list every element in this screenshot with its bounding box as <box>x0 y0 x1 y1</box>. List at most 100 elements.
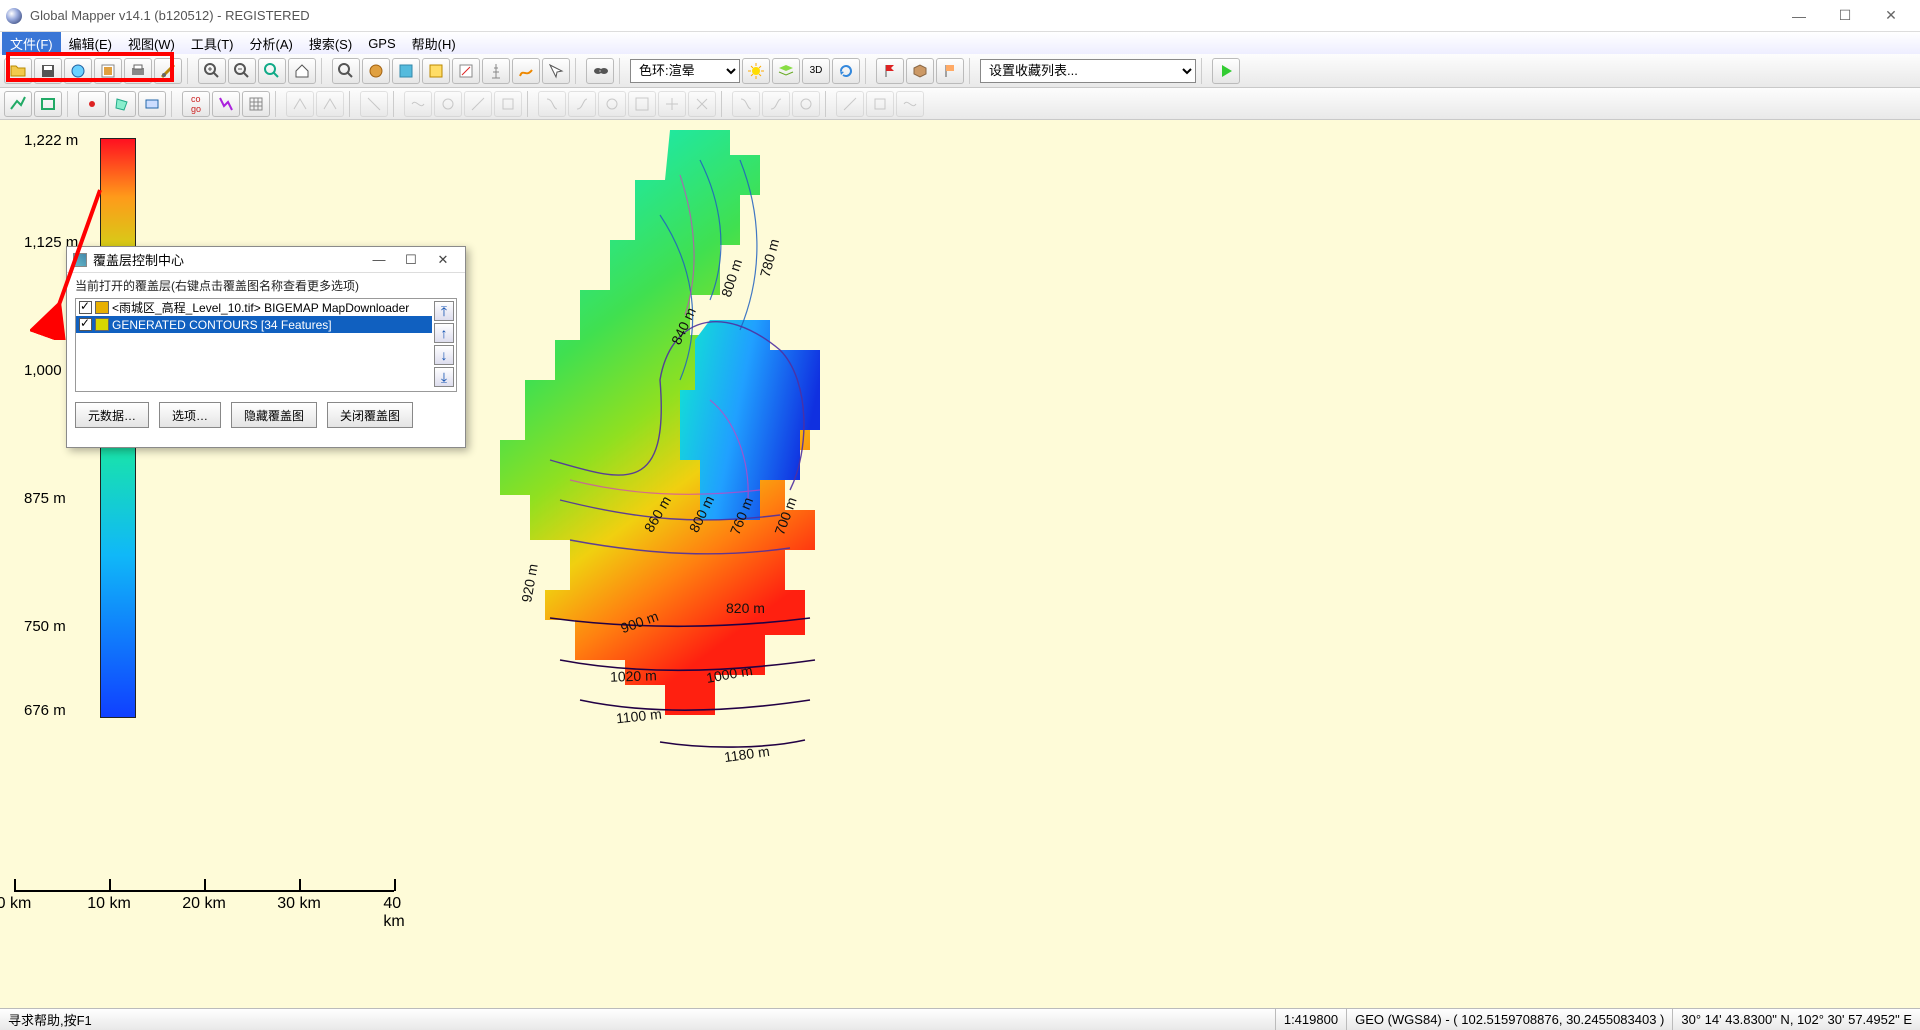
elev-tick: 750 m <box>24 618 66 635</box>
color-ring-combo[interactable]: 色环:渲晕 <box>630 59 740 83</box>
zoom-in-button[interactable] <box>198 58 226 84</box>
layer-order-arrows: ⤒ ↑ ↓ ⤓ <box>432 299 456 391</box>
cogo-button[interactable]: cogo <box>182 91 210 117</box>
path-profile-button[interactable] <box>512 58 540 84</box>
toolbar-row-1: 色环:渲晕 3D 设置收藏列表... <box>0 54 1920 88</box>
rotate-button[interactable] <box>832 58 860 84</box>
digitize-line-button[interactable] <box>4 91 32 117</box>
layer-ctrl-button[interactable] <box>772 58 800 84</box>
ghost-1 <box>286 91 314 117</box>
scale-tick: 20 km <box>182 895 226 913</box>
grid-3d-button[interactable]: 3D <box>802 58 830 84</box>
elev-tick: 676 m <box>24 702 66 719</box>
draw-poly-button[interactable] <box>108 91 136 117</box>
ghost-16 <box>792 91 820 117</box>
zoom-full-button[interactable] <box>258 58 286 84</box>
move-bottom-button[interactable]: ⤓ <box>434 367 454 387</box>
dialog-close-button[interactable]: ✕ <box>427 252 459 268</box>
window-maximize-button[interactable]: ☐ <box>1822 0 1868 32</box>
statusbar: 寻求帮助,按F1 1:419800 GEO (WGS84) - ( 102.51… <box>0 1008 1920 1030</box>
layer-row-0[interactable]: <雨城区_高程_Level_10.tif> BIGEMAP MapDownloa… <box>76 299 432 316</box>
ghost-13 <box>688 91 716 117</box>
ghost-9 <box>568 91 596 117</box>
scale-tick: 0 km <box>0 895 31 913</box>
window-titlebar: Global Mapper v14.1 (b120512) - REGISTER… <box>0 0 1920 32</box>
flag-end-button[interactable] <box>936 58 964 84</box>
contour-label: 820 m <box>726 600 765 616</box>
layer-checkbox[interactable] <box>79 318 92 331</box>
feature-info-button[interactable] <box>452 58 480 84</box>
ghost-11 <box>628 91 656 117</box>
favorites-combo[interactable]: 设置收藏列表... <box>980 59 1196 83</box>
move-top-button[interactable]: ⤒ <box>434 301 454 321</box>
dialog-title-text: 覆盖层控制中心 <box>93 250 184 269</box>
close-overlay-button[interactable]: 关闭覆盖图 <box>327 402 413 428</box>
dialog-icon <box>73 253 87 267</box>
layer-label: <雨城区_高程_Level_10.tif> BIGEMAP MapDownloa… <box>112 299 409 316</box>
scale-bar: 0 km10 km20 km30 km40 km <box>14 890 414 912</box>
ghost-15 <box>762 91 790 117</box>
move-up-button[interactable]: ↑ <box>434 323 454 343</box>
overlay-control-dialog[interactable]: 覆盖层控制中心 — ☐ ✕ 当前打开的覆盖层(右键点击覆盖图名称查看更多选项) … <box>66 246 466 448</box>
scale-tick: 40 km <box>383 895 404 931</box>
status-scale: 1:419800 <box>1276 1009 1347 1030</box>
ghost-6 <box>464 91 492 117</box>
menu-item-6[interactable]: GPS <box>360 34 403 53</box>
cube-button[interactable] <box>906 58 934 84</box>
window-title: Global Mapper v14.1 (b120512) - REGISTER… <box>30 8 310 23</box>
ghost-2 <box>316 91 344 117</box>
layer-row-1[interactable]: GENERATED CONTOURS [34 Features] <box>76 316 432 333</box>
menu-item-3[interactable]: 工具(T) <box>183 32 242 55</box>
layer-list[interactable]: <雨城区_高程_Level_10.tif> BIGEMAP MapDownloa… <box>75 298 457 392</box>
layer-label: GENERATED CONTOURS [34 Features] <box>112 318 332 332</box>
map-canvas[interactable]: 780 m800 m840 m860 m800 m760 m700 m820 m… <box>0 120 1920 1008</box>
app-logo-icon <box>6 8 22 24</box>
dialog-minimize-button[interactable]: — <box>363 252 395 267</box>
ghost-17 <box>836 91 864 117</box>
elevation-legend: 1,222 m1,125 m1,000 m875 m750 m676 m <box>12 126 132 846</box>
menu-item-7[interactable]: 帮助(H) <box>404 32 464 55</box>
menu-item-5[interactable]: 搜索(S) <box>301 32 360 55</box>
options-button[interactable]: 选项… <box>159 402 221 428</box>
ghost-3 <box>360 91 388 117</box>
contour-label: 1020 m <box>610 667 657 685</box>
annotation-highlight-box <box>6 52 174 82</box>
window-close-button[interactable]: ✕ <box>1868 0 1914 32</box>
hide-overlay-button[interactable]: 隐藏覆盖图 <box>231 402 317 428</box>
info-tool-button[interactable] <box>392 58 420 84</box>
ghost-10 <box>598 91 626 117</box>
path-select-button[interactable] <box>542 58 570 84</box>
play-button[interactable] <box>1212 58 1240 84</box>
zoom-out-button[interactable] <box>228 58 256 84</box>
terrain-shape <box>480 120 860 800</box>
sun-icon-button[interactable] <box>742 58 770 84</box>
draw-point-button[interactable] <box>78 91 106 117</box>
digitize-area-button[interactable] <box>34 91 62 117</box>
window-minimize-button[interactable]: — <box>1776 0 1822 32</box>
menu-item-4[interactable]: 分析(A) <box>242 32 301 55</box>
home-view-button[interactable] <box>288 58 316 84</box>
ghost-19 <box>896 91 924 117</box>
dialog-titlebar[interactable]: 覆盖层控制中心 — ☐ ✕ <box>67 247 465 273</box>
metadata-button[interactable]: 元数据… <box>75 402 149 428</box>
pan-tool-button[interactable] <box>362 58 390 84</box>
search-button[interactable] <box>586 58 614 84</box>
move-down-button[interactable]: ↓ <box>434 345 454 365</box>
ghost-14 <box>732 91 760 117</box>
status-coordinates: 30° 14' 43.8300" N, 102° 30' 57.4952" E <box>1673 1009 1920 1030</box>
scale-tick: 10 km <box>87 895 131 913</box>
flag-start-button[interactable] <box>876 58 904 84</box>
ghost-4 <box>404 91 432 117</box>
zoom-tool-button[interactable] <box>332 58 360 84</box>
layer-checkbox[interactable] <box>79 301 92 314</box>
toolbar-row-2: cogo <box>0 88 1920 120</box>
tower-button[interactable] <box>482 58 510 84</box>
trace-button[interactable] <box>212 91 240 117</box>
layer-type-icon <box>95 318 109 331</box>
grid-tool-button[interactable] <box>242 91 270 117</box>
draw-rect-button[interactable] <box>138 91 166 117</box>
measure-tool-button[interactable] <box>422 58 450 84</box>
dialog-maximize-button[interactable]: ☐ <box>395 252 427 268</box>
status-help: 寻求帮助,按F1 <box>0 1009 1276 1030</box>
layer-type-icon <box>95 301 109 314</box>
